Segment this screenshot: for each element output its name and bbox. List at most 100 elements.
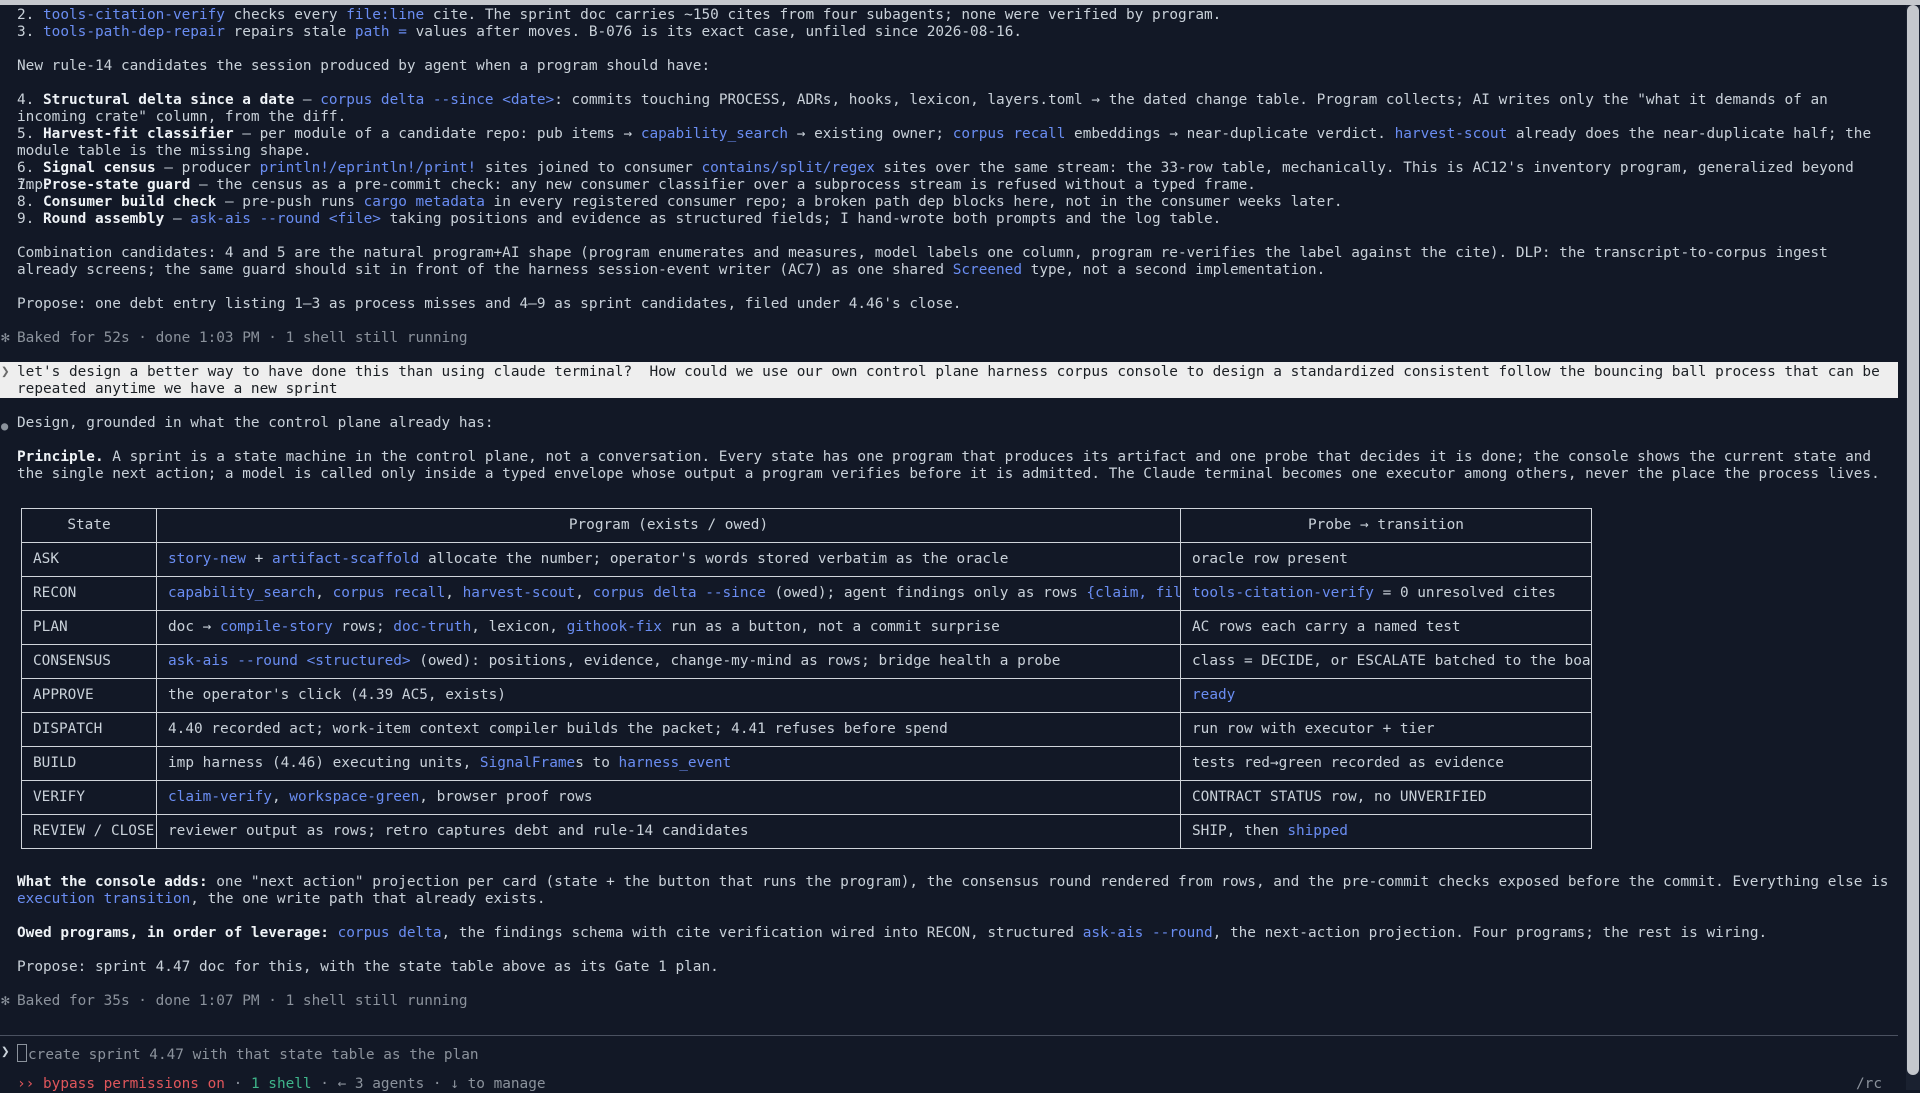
command-ref: doc-truth: [393, 619, 472, 635]
command-ref: ask-ais --round: [1082, 925, 1213, 941]
list-item-3: 3. tools-path-dep-repair repairs stale p…: [17, 24, 1023, 40]
spinner-icon: ✻: [1, 993, 10, 1009]
program-cell: doc → compile-story rows; doc-truth, lex…: [156, 610, 1181, 645]
scrollbar-thumb[interactable]: [1907, 5, 1919, 1075]
candidate-5: 5. Harvest-fit classifier — per module o…: [17, 126, 1880, 159]
command-ref: path =: [354, 24, 407, 40]
command-ref: ask-ais --round <structured>: [168, 653, 411, 669]
table-row: CONSENSUS ask-ais --round <structured> (o…: [21, 644, 1592, 679]
command-ref: corpus delta: [337, 925, 442, 941]
spinner-icon: ✻: [1, 330, 10, 346]
prompt-input[interactable]: create sprint 4.47 with that state table…: [17, 1044, 479, 1064]
state-cell: DISPATCH: [21, 712, 157, 747]
command-ref: corpus delta --since <date>: [320, 92, 555, 108]
table-row: APPROVE the operator's click (4.39 AC5, e…: [21, 678, 1592, 713]
table-row: BUILD imp harness (4.46) executing units,…: [21, 746, 1592, 781]
probe-cell: oracle row present: [1180, 542, 1592, 577]
command-ref: workspace-green: [289, 789, 420, 805]
program-cell: reviewer output as rows; retro captures …: [156, 814, 1181, 849]
state-table: State Program (exists / owed) Probe → tr…: [21, 508, 1592, 849]
table-row: RECON capability_search, corpus recall, h…: [21, 576, 1592, 611]
table-row: ASK story-new + artifact-scaffold allocat…: [21, 542, 1592, 577]
table-row: REVIEW / CLOSE reviewer output as rows; r…: [21, 814, 1592, 849]
console-adds-paragraph: What the console adds: one "next action"…: [17, 874, 1898, 907]
text-cursor: [17, 1044, 27, 1062]
command-ref: SignalFrame: [479, 755, 576, 771]
table-row: VERIFY claim-verify, workspace-green, bro…: [21, 780, 1592, 815]
command-ref: {claim, file, line}: [1086, 585, 1179, 601]
probe-cell: tests red→green recorded as evidence: [1180, 746, 1592, 781]
command-ref: cargo metadata: [363, 194, 485, 210]
combination-paragraph: Combination candidates: 4 and 5 are the …: [17, 245, 1837, 278]
command-ref: ask-ais --round <file>: [190, 211, 381, 227]
command-ref: corpus delta --since: [592, 585, 766, 601]
program-cell: claim-verify, workspace-green, browser p…: [156, 780, 1181, 815]
state-cell: REVIEW / CLOSE: [21, 814, 157, 849]
state-cell: VERIFY: [21, 780, 157, 815]
candidate-9: 9. Round assembly — ask-ais --round <fil…: [17, 211, 1222, 227]
probe-cell: AC rows each carry a named test: [1180, 610, 1592, 645]
baked-status: Baked for 52s · done 1:03 PM · 1 shell s…: [17, 330, 468, 346]
list-item-2: 2. tools-citation-verify checks every fi…: [17, 7, 1222, 23]
command-ref: claim-verify: [168, 789, 272, 805]
program-cell: ask-ais --round <structured> (owed): pos…: [156, 644, 1181, 679]
column-header-program: Program (exists / owed): [156, 508, 1181, 543]
probe-cell: tools-citation-verify = 0 unresolved cit…: [1180, 576, 1592, 611]
column-header-probe: Probe → transition: [1180, 508, 1592, 543]
program-cell: 4.40 recorded act; work-item context com…: [156, 712, 1181, 747]
program-cell: imp harness (4.46) executing units, Sign…: [156, 746, 1181, 781]
command-ref: capability_search: [168, 585, 316, 601]
state-cell: CONSENSUS: [21, 644, 157, 679]
command-ref: Screened: [952, 262, 1023, 278]
table-row: DISPATCH 4.40 recorded act; work-item con…: [21, 712, 1592, 747]
rule14-intro: New rule-14 candidates the session produ…: [17, 58, 711, 74]
assistant-bullet-icon: ●: [1, 419, 9, 433]
probe-cell: class = DECIDE, or ESCALATE batched to t…: [1180, 644, 1592, 679]
state-cell: RECON: [21, 576, 157, 611]
command-ref: tools-citation-verify: [43, 7, 225, 23]
command-ref: harvest-scout: [1394, 126, 1508, 142]
command-ref: harvest-scout: [462, 585, 576, 601]
baked-status: Baked for 35s · done 1:07 PM · 1 shell s…: [17, 993, 468, 1009]
candidate-8: 8. Consumer build check — pre-push runs …: [17, 194, 1343, 210]
status-bar: ›› bypass permissions on · 1 shell · ← 3…: [17, 1076, 546, 1092]
propose-sprint: Propose: sprint 4.47 doc for this, with …: [17, 959, 719, 975]
command-ref: ready: [1192, 687, 1236, 703]
rc-indicator: /rc: [1856, 1076, 1882, 1092]
design-intro: Design, grounded in what the control pla…: [17, 415, 494, 431]
probe-cell: CONTRACT STATUS row, no UNVERIFIED: [1180, 780, 1592, 815]
program-cell: the operator's click (4.39 AC5, exists): [156, 678, 1181, 713]
command-ref: story-new: [168, 551, 246, 567]
program-cell: capability_search, corpus recall, harves…: [156, 576, 1181, 611]
state-cell: BUILD: [21, 746, 157, 781]
column-header-state: State: [21, 508, 157, 543]
command-ref: tools-path-dep-repair: [43, 24, 225, 40]
command-ref: compile-story: [219, 619, 333, 635]
command-ref: tools-citation-verify: [1192, 585, 1374, 601]
state-cell: ASK: [21, 542, 157, 577]
user-message: ❯ let's design a better way to have done…: [0, 362, 1898, 398]
propose-debt-entry: Propose: one debt entry listing 1–3 as p…: [17, 296, 962, 312]
user-message-text: let's design a better way to have done t…: [17, 364, 1889, 397]
command-ref: corpus recall: [952, 126, 1066, 142]
command-ref: harness_event: [618, 755, 732, 771]
principle-paragraph: Principle. A sprint is a state machine i…: [17, 449, 1880, 482]
command-ref: println!/eprintln!/print!: [259, 160, 477, 176]
command-ref: capability_search: [640, 126, 789, 142]
command-ref: shipped: [1287, 823, 1348, 839]
prompt-caret-icon: ❯: [1, 364, 10, 380]
command-ref: githook-fix: [566, 619, 662, 635]
table-row: PLAN doc → compile-story rows; doc-truth,…: [21, 610, 1592, 645]
owed-programs-paragraph: Owed programs, in order of leverage: cor…: [17, 925, 1768, 941]
command-ref: artifact-scaffold: [271, 551, 420, 567]
candidate-7: 7. Prose-state guard — the census as a p…: [17, 177, 1256, 193]
state-cell: PLAN: [21, 610, 157, 645]
state-cell: APPROVE: [21, 678, 157, 713]
probe-cell: ready: [1180, 678, 1592, 713]
command-ref: execution transition: [17, 891, 191, 907]
prompt-caret-icon: ❯: [1, 1044, 10, 1060]
command-ref: corpus recall: [332, 585, 446, 601]
command-ref: file:line: [346, 7, 425, 23]
window-top-edge: [0, 0, 1920, 5]
command-ref: contains/split/regex: [701, 160, 875, 176]
